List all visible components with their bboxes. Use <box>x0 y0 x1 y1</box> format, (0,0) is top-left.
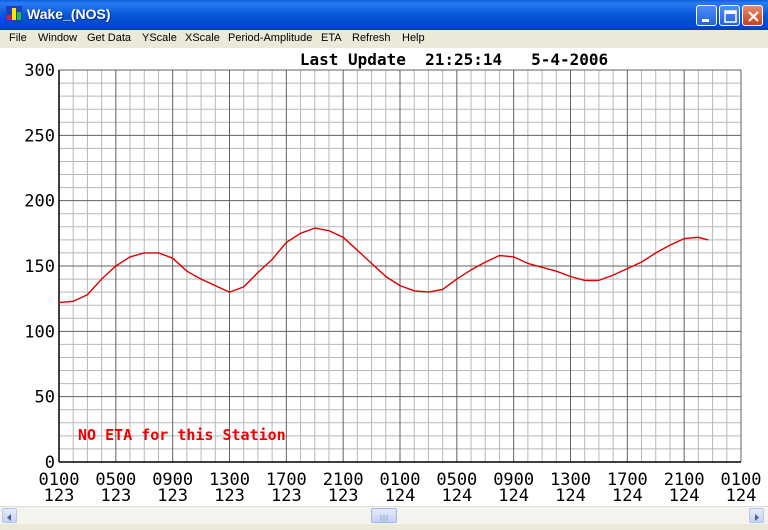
minimize-icon <box>702 19 709 22</box>
menu-get-data[interactable]: Get Data <box>87 32 131 44</box>
no-eta-annotation: NO ETA for this Station <box>78 426 286 444</box>
y-tick-label: 300 <box>24 61 55 81</box>
maximize-icon <box>724 10 737 23</box>
x-tick-day-label: 124 <box>555 486 586 506</box>
menu-help[interactable]: Help <box>402 32 425 44</box>
y-tick-label: 50 <box>35 388 55 408</box>
menu-file[interactable]: File <box>9 32 27 44</box>
x-tick-day-label: 123 <box>328 486 359 506</box>
scroll-right-button[interactable] <box>749 508 764 523</box>
window-bottom-edge <box>0 524 768 530</box>
close-icon <box>748 11 759 22</box>
window-title: Wake_(NOS) <box>27 6 111 22</box>
menu-refresh[interactable]: Refresh <box>352 32 391 44</box>
x-tick-day-label: 123 <box>214 486 245 506</box>
scroll-left-button[interactable] <box>2 508 17 523</box>
y-tick-label: 100 <box>24 322 55 342</box>
scroll-thumb[interactable] <box>371 508 397 523</box>
app-icon <box>6 6 22 22</box>
chart-area: 0 50 100 150 200 250 300 0100 123 0500 123 0900 123… <box>0 48 768 506</box>
menu-yscale[interactable]: YScale <box>142 32 177 44</box>
x-tick-day-label: 123 <box>271 486 302 506</box>
close-button[interactable] <box>742 5 763 26</box>
x-tick-day-label: 123 <box>100 486 131 506</box>
tide-chart: 050100150200250300 010012305001230900123… <box>24 50 762 506</box>
y-tick-label: 200 <box>24 192 55 212</box>
x-tick-day-label: 124 <box>726 486 757 506</box>
y-tick-label: 250 <box>24 126 55 146</box>
menu-bar: File Window Get Data YScale XScale Perio… <box>0 30 768 48</box>
x-tick-day-label: 123 <box>44 486 75 506</box>
arrow-right-icon <box>755 514 759 521</box>
grip-icon <box>380 515 388 521</box>
maximize-button[interactable] <box>719 5 740 26</box>
menu-xscale[interactable]: XScale <box>185 32 220 44</box>
water-level-series <box>58 227 709 304</box>
arrow-left-icon <box>7 514 11 521</box>
last-update-text: Last Update 21:25:14 5-4-2006 <box>300 50 608 69</box>
grid-major <box>58 69 742 462</box>
x-tick-day-label: 124 <box>612 486 643 506</box>
horizontal-scrollbar[interactable] <box>0 506 768 524</box>
menu-window[interactable]: Window <box>38 32 77 44</box>
x-tick-day-label: 123 <box>157 486 188 506</box>
y-tick-labels: 050100150200250300 <box>24 61 55 473</box>
x-tick-day-label: 124 <box>385 486 416 506</box>
x-tick-day-label: 124 <box>669 486 700 506</box>
x-tick-day-label: 124 <box>441 486 472 506</box>
menu-period-amplitude[interactable]: Period-Amplitude <box>228 32 312 44</box>
menu-eta[interactable]: ETA <box>321 32 342 44</box>
app-window: Wake_(NOS) File Window Get Data YScale X… <box>0 0 768 530</box>
y-tick-label: 150 <box>24 257 55 277</box>
title-bar[interactable]: Wake_(NOS) <box>0 0 768 30</box>
series-layer <box>58 227 709 304</box>
minimize-button[interactable] <box>696 5 717 26</box>
x-tick-day-label: 124 <box>498 486 529 506</box>
x-tick-labels: 0100123050012309001231300123170012321001… <box>39 470 762 506</box>
